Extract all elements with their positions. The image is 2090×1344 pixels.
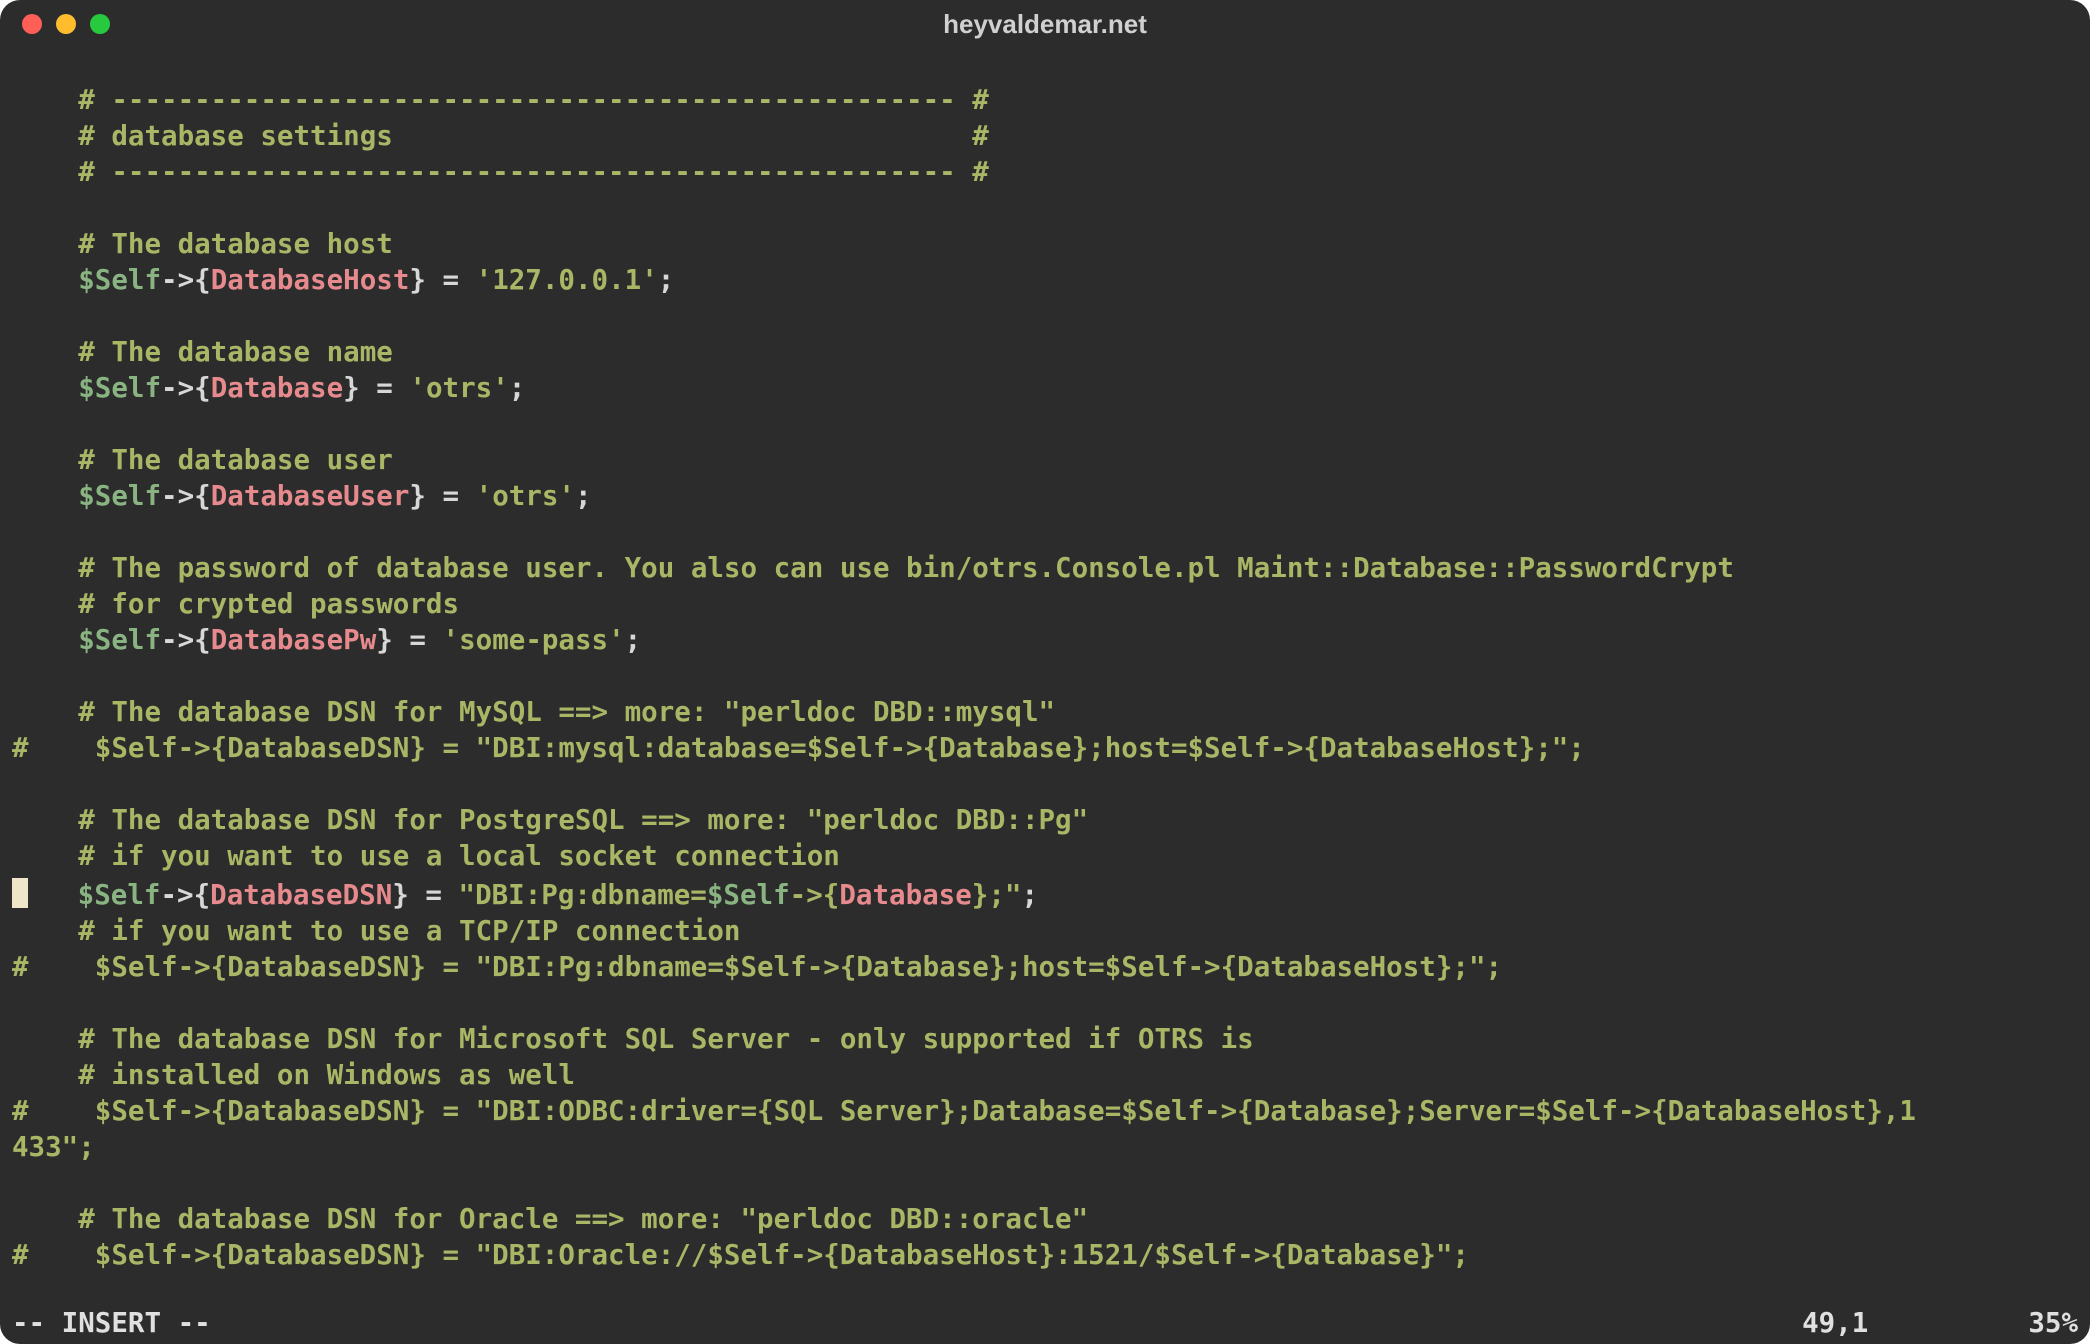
code-line: # if you want to use a local socket conn… <box>12 840 840 872</box>
code-line: # The database DSN for Oracle ==> more: … <box>12 1203 1088 1235</box>
code-line: # --------------------------------------… <box>12 156 989 188</box>
code-line: $Self->{Database} = 'otrs'; <box>12 372 525 404</box>
code-line: # The database name <box>12 336 393 368</box>
code-line: # The database user <box>12 444 393 476</box>
terminal-window: heyvaldemar.net # ----------------------… <box>0 0 2090 1344</box>
code-line: $Self->{DatabaseHost} = '127.0.0.1'; <box>12 264 674 296</box>
code-line-active: $Self->{DatabaseDSN} = "DBI:Pg:dbname=$S… <box>12 879 1038 911</box>
cursor-position: 49,1 <box>1802 1307 1868 1339</box>
editor-content[interactable]: # --------------------------------------… <box>0 48 2090 1302</box>
code-line: # The password of database user. You als… <box>12 552 1734 584</box>
code-line: # installed on Windows as well <box>12 1059 575 1091</box>
code-line: 433"; <box>12 1131 95 1163</box>
code-line: # $Self->{DatabaseDSN} = "DBI:Pg:dbname=… <box>12 951 1502 983</box>
vim-mode: -- INSERT -- <box>12 1307 211 1339</box>
cursor-icon <box>12 878 28 908</box>
code-line: $Self->{DatabaseUser} = 'otrs'; <box>12 480 592 512</box>
minimize-icon[interactable] <box>56 14 76 34</box>
close-icon[interactable] <box>22 14 42 34</box>
code-line: # The database host <box>12 228 393 260</box>
code-line: # The database DSN for Microsoft SQL Ser… <box>12 1023 1254 1055</box>
code-line: # $Self->{DatabaseDSN} = "DBI:Oracle://$… <box>12 1239 1469 1271</box>
status-bar: -- INSERT -- 49,1 35% <box>0 1302 2090 1344</box>
code-line: # database settings # <box>12 120 989 152</box>
code-line: # if you want to use a TCP/IP connection <box>12 915 741 947</box>
window-title: heyvaldemar.net <box>0 9 2090 40</box>
code-line: # The database DSN for MySQL ==> more: "… <box>12 696 1055 728</box>
scroll-percent: 35% <box>2028 1307 2078 1339</box>
titlebar: heyvaldemar.net <box>0 0 2090 48</box>
code-line: $Self->{DatabasePw} = 'some-pass'; <box>12 624 641 656</box>
maximize-icon[interactable] <box>90 14 110 34</box>
window-controls <box>22 14 110 34</box>
code-line: # The database DSN for PostgreSQL ==> mo… <box>12 804 1088 836</box>
code-line: # for crypted passwords <box>12 588 459 620</box>
code-line: # --------------------------------------… <box>12 84 989 116</box>
code-line: # $Self->{DatabaseDSN} = "DBI:ODBC:drive… <box>12 1095 1916 1127</box>
code-line: # $Self->{DatabaseDSN} = "DBI:mysql:data… <box>12 732 1585 764</box>
